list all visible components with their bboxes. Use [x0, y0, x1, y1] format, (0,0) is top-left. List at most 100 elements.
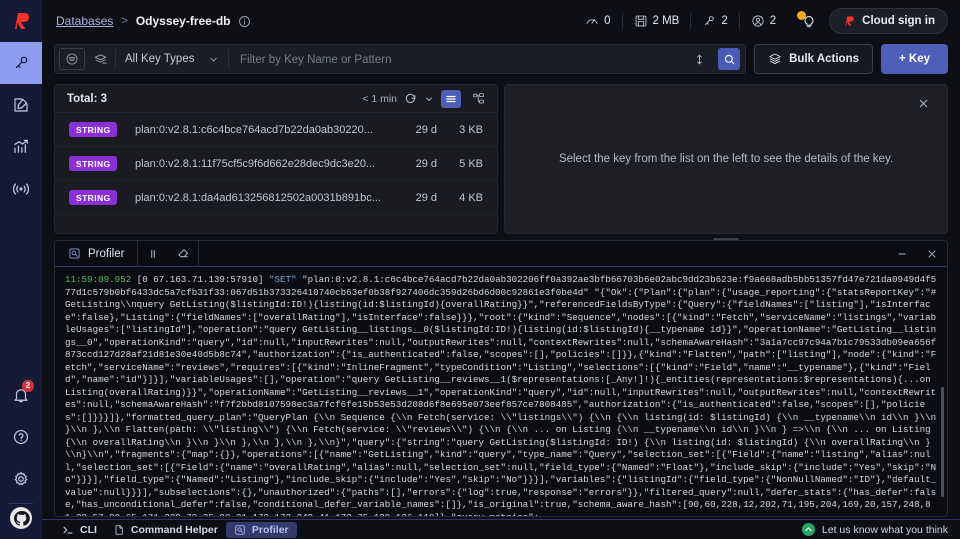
stat-memory[interactable]: 2 MB: [623, 14, 691, 28]
redis-mark-icon: [845, 16, 854, 26]
profiler-tab-label: Profiler: [88, 247, 125, 260]
breadcrumb-current-db: Odyssey-free-db: [135, 14, 231, 28]
cli-label: CLI: [80, 523, 97, 536]
stat-commands[interactable]: 0: [574, 14, 621, 28]
top-header: Databases > Odyssey-free-db 0 2 MB 2 2 C…: [42, 0, 960, 42]
command-helper-button[interactable]: Command Helper: [105, 522, 226, 538]
key-type-label: All Key Types: [125, 53, 195, 65]
key-details-panel: Select the key from the list on the left…: [504, 84, 948, 240]
key-name: plan:0:v2.8.1:11f75cf5c9f6d662e28dec9dc3…: [135, 157, 376, 170]
search-button[interactable]: [718, 48, 741, 70]
command-helper-label: Command Helper: [130, 523, 218, 536]
profiler-icon: [235, 524, 245, 535]
chevron-down-icon: [210, 57, 217, 62]
sidebar-item-settings[interactable]: [0, 458, 42, 500]
keys-list-panel: Total: 3 < 1 min STRING plan:0:v2.8.1:c6…: [54, 84, 498, 234]
bulk-actions-button[interactable]: Bulk Actions: [754, 44, 873, 74]
stat-commands-value: 0: [604, 15, 611, 27]
minimize-icon[interactable]: [887, 241, 917, 267]
app-root: 2 Databases > Odyssey-free-db 0 2 MB 2 2…: [0, 0, 960, 539]
log-client: [0 67.163.71.139:57910]: [136, 274, 264, 285]
sidebar-item-browser[interactable]: [0, 42, 42, 84]
log-timestamp: 11:59:09.952: [65, 274, 132, 285]
key-size: 3 KB: [459, 123, 483, 136]
profiler-button[interactable]: Profiler: [225, 521, 297, 538]
table-row[interactable]: STRING plan:0:v2.8.1:c6c4bce764acd7b22da…: [55, 113, 497, 147]
keys-total-label: Total: 3: [67, 92, 108, 105]
sidebar-item-analysis[interactable]: [0, 126, 42, 168]
key-ttl: 29 d: [415, 191, 437, 204]
tree-view-icon[interactable]: [468, 90, 488, 108]
redis-logo-icon[interactable]: [0, 0, 42, 42]
body-area: Total: 3 < 1 min STRING plan:0:v2.8.1:c6…: [42, 76, 960, 240]
feedback-button[interactable]: Let us know what you think: [801, 523, 948, 536]
add-key-button[interactable]: + Key: [880, 44, 948, 74]
refresh-icon[interactable]: [404, 92, 417, 105]
arrows-vertical-icon[interactable]: [684, 45, 714, 73]
info-circle-icon[interactable]: [238, 15, 251, 28]
toolbar-right-icons: [684, 45, 745, 73]
pause-icon[interactable]: [138, 241, 168, 267]
status-badge: STRING: [69, 190, 117, 205]
layers-icon: [769, 53, 781, 64]
refresh-timestamp: < 1 min: [362, 92, 397, 105]
stat-clients[interactable]: 2: [740, 14, 787, 28]
sidebar-item-pubsub[interactable]: [0, 168, 42, 210]
sidebar-divider: [9, 503, 33, 504]
cloud-sign-in-button[interactable]: Cloud sign in: [829, 8, 948, 34]
stack-delete-icon[interactable]: [85, 45, 115, 73]
profiler-window-controls: [887, 241, 947, 267]
keys-list-header: Total: 3 < 1 min: [55, 85, 497, 113]
keys-toolbar: All Key Types Bulk Act: [54, 42, 948, 76]
github-icon[interactable]: [10, 507, 32, 529]
key-type-select[interactable]: All Key Types: [116, 45, 228, 73]
key-name: plan:0:v2.8.1:c6c4bce764acd7b22da0ab3022…: [135, 123, 373, 136]
refresh-options-caret[interactable]: [424, 94, 434, 104]
key-ttl: 29 d: [415, 123, 437, 136]
add-key-label: + Key: [898, 53, 930, 65]
log-command: "SET": [269, 274, 297, 285]
feedback-icon: [801, 523, 815, 536]
main-column: Databases > Odyssey-free-db 0 2 MB 2 2 C…: [42, 0, 960, 539]
filter-list-icon[interactable]: [59, 48, 85, 70]
profiler-icon: [69, 248, 80, 259]
list-view-icon[interactable]: [441, 89, 461, 108]
profiler-header: Profiler: [55, 241, 947, 267]
lightbulb-icon[interactable]: [787, 11, 829, 29]
breadcrumb-databases-link[interactable]: Databases: [56, 14, 113, 28]
sidebar-item-help[interactable]: [0, 416, 42, 458]
sidebar-item-workbench[interactable]: [0, 84, 42, 126]
close-icon[interactable]: [917, 97, 931, 111]
cli-button[interactable]: CLI: [54, 522, 105, 538]
table-row[interactable]: STRING plan:0:v2.8.1:da4ad613256812502a0…: [55, 181, 497, 215]
key-size: 4 KB: [459, 191, 483, 204]
log-body: "plan:0:v2.8.1:c6c4bce764acd7b22da0ab302…: [65, 274, 937, 516]
key-ttl: 29 d: [415, 157, 437, 170]
profiler-sep-2: [198, 241, 200, 267]
profiler-scrollbar[interactable]: [941, 387, 944, 497]
profiler-status-label: Profiler: [251, 523, 289, 536]
bulk-actions-label: Bulk Actions: [789, 53, 859, 65]
table-row[interactable]: STRING plan:0:v2.8.1:11f75cf5c9f6d662e28…: [55, 147, 497, 181]
stat-clients-value: 2: [769, 15, 777, 27]
key-size: 5 KB: [459, 157, 483, 170]
sidebar-item-notifications[interactable]: 2: [0, 374, 42, 416]
search-input[interactable]: [240, 54, 674, 66]
stat-keys[interactable]: 2: [691, 14, 738, 28]
tab-profiler[interactable]: Profiler: [55, 241, 137, 267]
stat-memory-value: 2 MB: [652, 15, 680, 27]
key-filter-field[interactable]: [229, 50, 684, 68]
key-details-placeholder: Select the key from the list on the left…: [558, 153, 894, 165]
profiler-log-body[interactable]: 11:59:09.952 [0 67.163.71.139:57910] "SE…: [55, 267, 947, 516]
profiler-panel: Profiler 11:59:09.952 [0 67.163.71.139:5…: [54, 240, 948, 517]
eraser-icon[interactable]: [168, 241, 198, 267]
status-badge: STRING: [69, 156, 117, 171]
document-icon: [115, 524, 123, 535]
panel-resize-handle[interactable]: [713, 228, 739, 240]
close-icon[interactable]: [917, 241, 947, 267]
terminal-icon: [63, 526, 73, 533]
cloud-sign-in-label: Cloud sign in: [862, 15, 935, 27]
key-name: plan:0:v2.8.1:da4ad613256812502a0031b891…: [135, 191, 381, 204]
keys-header-controls: < 1 min: [362, 89, 488, 108]
stat-keys-value: 2: [721, 15, 728, 27]
